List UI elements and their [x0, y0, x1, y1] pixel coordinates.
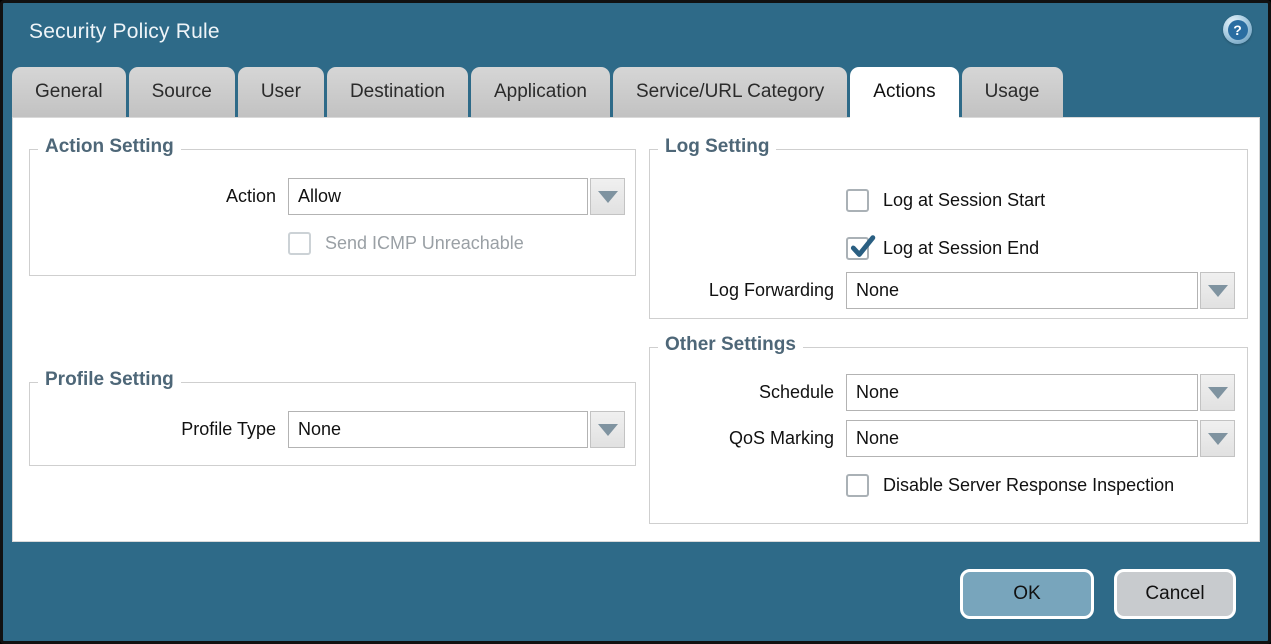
schedule-label: Schedule [651, 382, 846, 403]
chevron-down-icon [1208, 387, 1228, 399]
qos-marking-label: QoS Marking [651, 428, 846, 449]
profile-type-dropdown-value[interactable]: None [288, 411, 588, 448]
profile-setting-legend: Profile Setting [38, 369, 181, 391]
tab-service-url-category[interactable]: Service/URL Category [613, 67, 847, 117]
schedule-dropdown: None [846, 374, 1235, 411]
action-setting-legend: Action Setting [38, 136, 181, 158]
tab-user[interactable]: User [238, 67, 324, 117]
disable-server-response-inspection-checkbox[interactable] [846, 474, 869, 497]
profile-type-dropdown: None [288, 411, 625, 448]
log-at-session-end-checkbox[interactable] [846, 237, 869, 260]
action-dropdown-value[interactable]: Allow [288, 178, 588, 215]
log-forwarding-label: Log Forwarding [651, 280, 846, 301]
qos-marking-dropdown-button[interactable] [1200, 420, 1235, 457]
actions-tab-panel: Action Setting Action Allow Send ICMP [12, 117, 1260, 542]
profile-type-label: Profile Type [31, 419, 288, 440]
log-forwarding-dropdown-button[interactable] [1200, 272, 1235, 309]
schedule-dropdown-value[interactable]: None [846, 374, 1198, 411]
cancel-button[interactable]: Cancel [1114, 569, 1236, 619]
log-at-session-end-label: Log at Session End [869, 238, 1039, 259]
chevron-down-icon [598, 424, 618, 436]
log-at-session-start-checkbox[interactable] [846, 189, 869, 212]
send-icmp-unreachable-checkbox [288, 232, 311, 255]
tab-destination[interactable]: Destination [327, 67, 468, 117]
chevron-down-icon [1208, 285, 1228, 297]
profile-setting-group: Profile Setting Profile Type None [29, 382, 636, 466]
log-at-session-start-label: Log at Session Start [869, 190, 1045, 211]
log-setting-legend: Log Setting [658, 136, 776, 158]
tab-application[interactable]: Application [471, 67, 610, 117]
qos-marking-dropdown: None [846, 420, 1235, 457]
tab-general[interactable]: General [12, 67, 126, 117]
title-bar: Security Policy Rule ? [3, 3, 1268, 67]
other-settings-legend: Other Settings [658, 334, 803, 356]
profile-type-dropdown-button[interactable] [590, 411, 625, 448]
chevron-down-icon [598, 191, 618, 203]
action-setting-group: Action Setting Action Allow Send ICMP [29, 149, 636, 276]
chevron-down-icon [1208, 433, 1228, 445]
disable-server-response-inspection-label: Disable Server Response Inspection [869, 475, 1174, 496]
tab-actions[interactable]: Actions [850, 67, 958, 118]
schedule-dropdown-button[interactable] [1200, 374, 1235, 411]
log-forwarding-dropdown-value[interactable]: None [846, 272, 1198, 309]
ok-button[interactable]: OK [960, 569, 1094, 619]
tab-usage[interactable]: Usage [962, 67, 1063, 117]
other-settings-group: Other Settings Schedule None QoS Marking… [649, 347, 1248, 524]
send-icmp-unreachable-label: Send ICMP Unreachable [311, 233, 524, 254]
check-icon [849, 235, 875, 261]
qos-marking-dropdown-value[interactable]: None [846, 420, 1198, 457]
log-setting-group: Log Setting Log at Session Start Log at [649, 149, 1248, 319]
security-policy-rule-dialog: Security Policy Rule ? General Source Us… [0, 0, 1271, 644]
action-dropdown-button[interactable] [590, 178, 625, 215]
action-dropdown: Allow [288, 178, 625, 215]
help-icon[interactable]: ? [1223, 15, 1252, 44]
action-label: Action [31, 186, 288, 207]
help-icon-glyph: ? [1228, 20, 1248, 40]
tab-bar: General Source User Destination Applicat… [12, 67, 1063, 118]
log-forwarding-dropdown: None [846, 272, 1235, 309]
dialog-title: Security Policy Rule [29, 20, 220, 44]
tab-source[interactable]: Source [129, 67, 235, 117]
